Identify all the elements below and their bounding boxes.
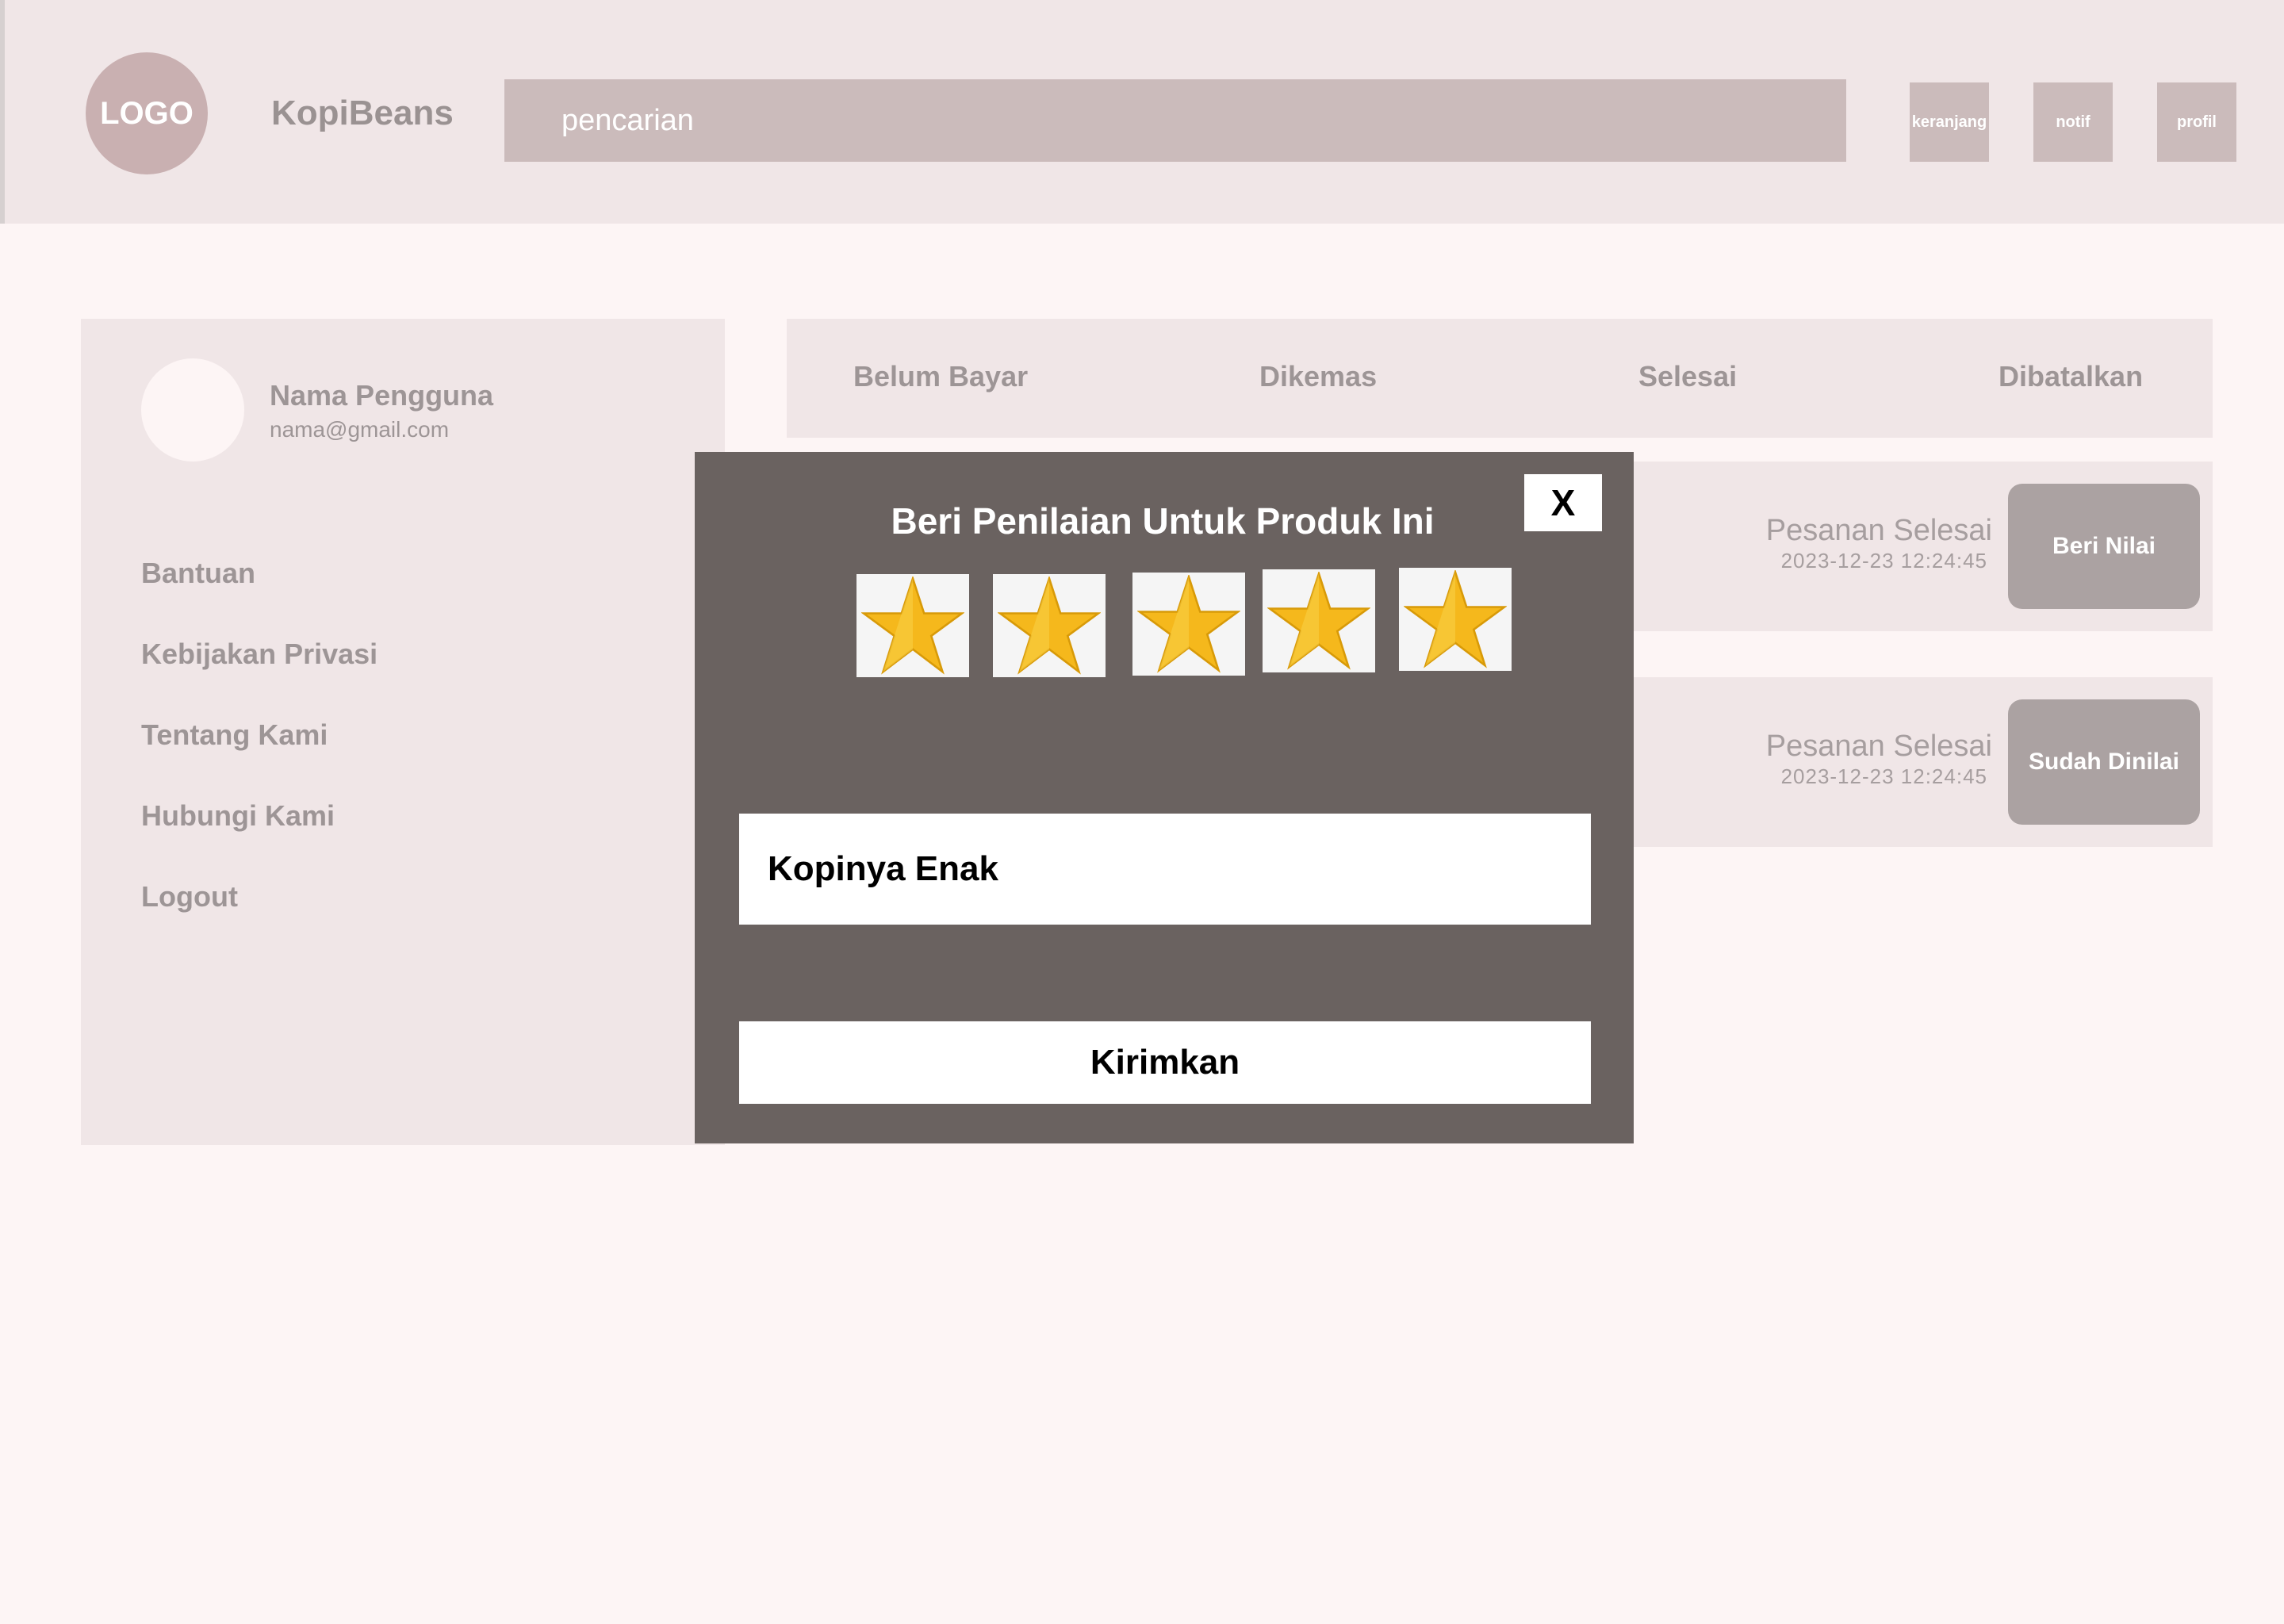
sidebar-item-logout[interactable]: Logout [141,880,238,914]
profile-button[interactable]: profil [2157,82,2236,162]
tab-dibatalkan[interactable]: Dibatalkan [1998,360,2143,393]
sidebar-item-kebijakan-privasi[interactable]: Kebijakan Privasi [141,638,377,671]
order-status: Pesanan Selesai [1765,514,1992,547]
rated-button[interactable]: Sudah Dinilai [2008,699,2200,825]
close-button[interactable]: X [1524,474,1602,531]
star-icon [1404,570,1507,668]
user-email: nama@gmail.com [270,417,450,442]
star-icon [1267,572,1370,670]
star-icon-4[interactable] [1263,569,1375,672]
order-date: 2023-12-23 12:24:45 [1780,549,1987,573]
star-icon-2[interactable] [993,574,1106,677]
logo[interactable]: LOGO [86,52,208,174]
modal-title: Beri Penilaian Untuk Produk Ini [891,500,1435,542]
order-status: Pesanan Selesai [1765,730,1992,763]
star-icon [998,576,1101,675]
notification-button[interactable]: notif [2033,82,2113,162]
star-icon-1[interactable] [856,574,969,677]
sidebar-item-tentang-kami[interactable]: Tentang Kami [141,718,328,752]
tab-selesai[interactable]: Selesai [1638,360,1737,393]
order-date: 2023-12-23 12:24:45 [1780,764,1987,788]
tab-belum-bayar[interactable]: Belum Bayar [853,360,1028,393]
sidebar-item-bantuan[interactable]: Bantuan [141,557,255,590]
search-input[interactable] [504,79,1846,162]
star-icon [1137,575,1240,673]
brand-name[interactable]: KopiBeans [271,94,454,133]
top-header: LOGO KopiBeans keranjang notif profil [0,0,2284,224]
review-input[interactable] [739,814,1591,925]
user-name: Nama Pengguna [270,379,494,412]
cart-button[interactable]: keranjang [1910,82,1989,162]
rating-modal: Beri Penilaian Untuk Produk Ini X Kirimk… [695,452,1634,1143]
tab-dikemas[interactable]: Dikemas [1259,360,1377,393]
star-icon [861,576,964,675]
sidebar: Nama Pengguna nama@gmail.com Bantuan Keb… [81,319,725,1145]
star-icon-5[interactable] [1399,568,1512,671]
rate-button[interactable]: Beri Nilai [2008,484,2200,609]
order-tabs: Belum Bayar Dikemas Selesai Dibatalkan [787,319,2213,438]
star-icon-3[interactable] [1132,573,1245,676]
submit-button[interactable]: Kirimkan [739,1021,1591,1104]
avatar[interactable] [141,358,244,462]
sidebar-item-hubungi-kami[interactable]: Hubungi Kami [141,799,335,833]
